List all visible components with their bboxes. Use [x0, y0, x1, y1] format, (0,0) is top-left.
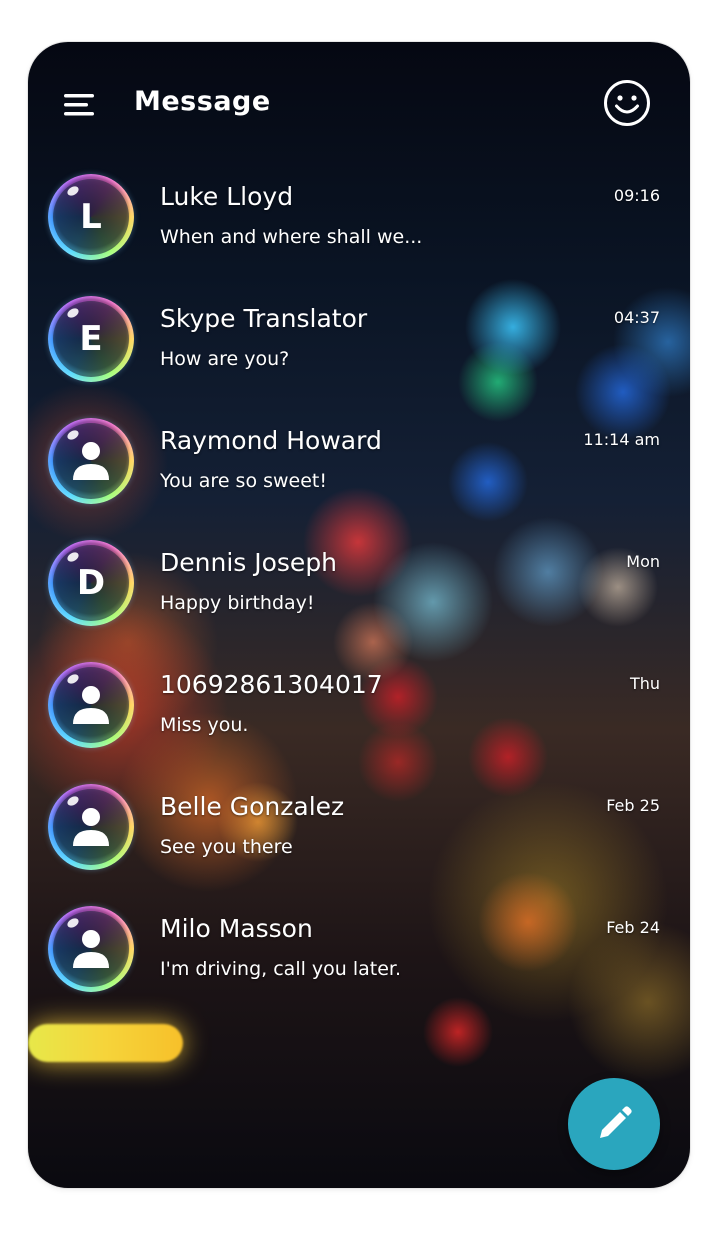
message-time: 04:37 [613, 308, 660, 327]
page-title: Message [134, 86, 271, 117]
message-preview: Miss you. [160, 714, 249, 736]
background-light-streak [28, 1024, 183, 1062]
avatar: D [48, 540, 134, 626]
contact-name: Luke Lloyd [160, 182, 294, 211]
conversation-row[interactable]: Belle Gonzalez See you there Feb 25 [28, 780, 690, 898]
message-preview: Happy birthday! [160, 592, 315, 614]
pencil-compose-icon [600, 1106, 632, 1138]
avatar-letter: E [79, 319, 103, 359]
avatar-letter: L [80, 197, 102, 237]
smiley-face-icon[interactable] [602, 78, 652, 128]
contact-name: 10692861304017 [160, 670, 383, 699]
avatar [48, 784, 134, 870]
contact-name: Belle Gonzalez [160, 792, 345, 821]
message-preview: How are you? [160, 348, 290, 370]
conversation-row[interactable]: D Dennis Joseph Happy birthday! Mon [28, 536, 690, 654]
person-icon [73, 442, 109, 480]
message-time: 09:16 [613, 186, 660, 205]
hamburger-menu-icon[interactable] [62, 90, 96, 120]
avatar-letter: D [76, 563, 106, 603]
message-time: Feb 25 [606, 796, 660, 815]
compose-button[interactable] [568, 1078, 660, 1170]
conversation-row[interactable]: Raymond Howard You are so sweet! 11:14 a… [28, 414, 690, 532]
avatar: L [48, 174, 134, 260]
avatar [48, 662, 134, 748]
app-header: Message [28, 42, 690, 162]
message-time: Feb 24 [606, 918, 660, 937]
avatar [48, 906, 134, 992]
conversation-row[interactable]: E Skype Translator How are you? 04:37 [28, 292, 690, 410]
contact-name: Dennis Joseph [160, 548, 338, 577]
person-icon [73, 686, 109, 724]
phone-screen: Message L Luke Lloyd When and where shal… [28, 42, 690, 1188]
message-preview: I'm driving, call you later. [160, 958, 402, 980]
message-time: Mon [626, 552, 660, 571]
conversation-row[interactable]: Milo Masson I'm driving, call you later.… [28, 902, 690, 1020]
message-preview: You are so sweet! [160, 470, 328, 492]
avatar [48, 418, 134, 504]
message-preview: See you there [160, 836, 293, 858]
contact-name: Skype Translator [160, 304, 368, 333]
conversation-row[interactable]: L Luke Lloyd When and where shall we... … [28, 170, 690, 288]
person-icon [73, 808, 109, 846]
conversation-row[interactable]: 10692861304017 Miss you. Thu [28, 658, 690, 776]
message-time: 11:14 am [583, 430, 660, 449]
avatar: E [48, 296, 134, 382]
person-icon [73, 930, 109, 968]
contact-name: Milo Masson [160, 914, 313, 943]
message-preview: When and where shall we... [160, 226, 423, 248]
message-time: Thu [629, 674, 660, 693]
contact-name: Raymond Howard [160, 426, 382, 455]
